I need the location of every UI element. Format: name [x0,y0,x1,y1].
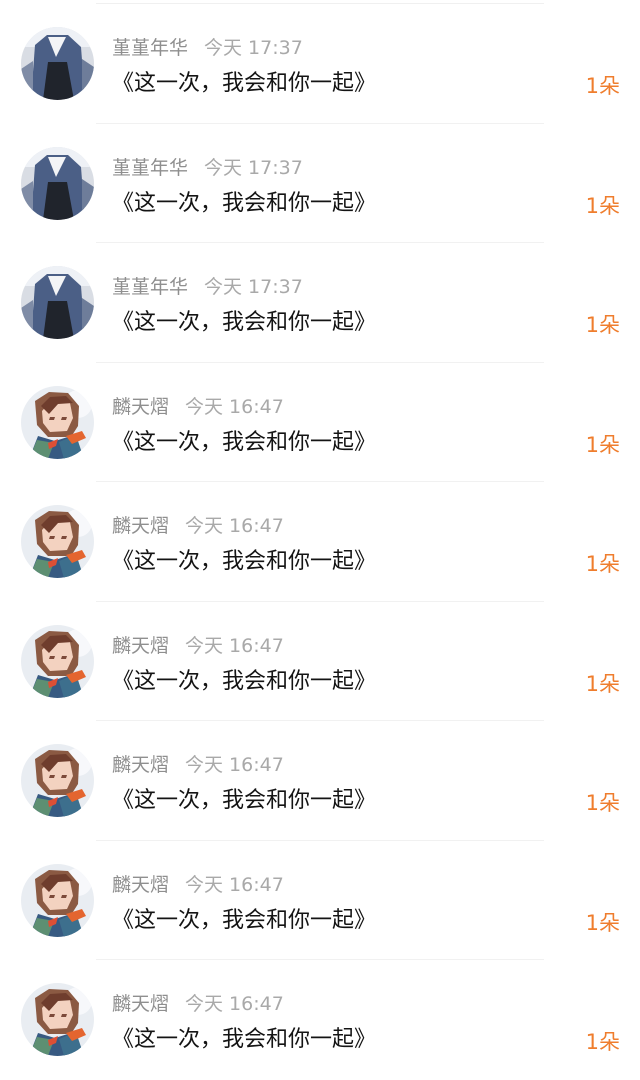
comment-meta: 麟天熠 今天 16:47 [112,872,284,898]
comment-meta: 麟天熠 今天 16:47 [112,991,284,1017]
avatar-image [21,744,94,817]
gift-count: 1朵 [585,74,620,98]
comment-row[interactable]: 麟天熠 今天 16:47 《这一次，我会和你一起》 1朵 [0,721,640,841]
comment-meta: 麟天熠 今天 16:47 [112,633,284,659]
comment-meta: 堇堇年华 今天 17:37 [112,274,303,300]
user-name[interactable]: 麟天熠 [112,993,169,1015]
user-avatar[interactable] [21,863,94,937]
avatar-image [21,266,94,339]
comment-meta: 堇堇年华 今天 17:37 [112,35,303,61]
user-avatar[interactable] [21,27,94,100]
comment-message: 《这一次，我会和你一起》 [112,549,377,574]
user-name[interactable]: 堇堇年华 [112,157,188,179]
comment-time: 今天 17:37 [204,156,303,179]
user-avatar[interactable] [21,146,94,220]
comment-list: 堇堇年华 今天 17:37 《这一次，我会和你一起》 1朵 堇堇年华 今天 17:3… [0,0,640,1065]
comment-message: 《这一次，我会和你一起》 [112,190,377,216]
gift-count: 1朵 [585,910,620,935]
comment-meta: 麟天熠 今天 16:47 [112,394,284,420]
user-name[interactable]: 堇堇年华 [112,276,188,298]
comment-row[interactable]: 麟天熠 今天 16:47 《这一次，我会和你一起》 1朵 [0,602,640,721]
user-avatar[interactable] [21,624,94,698]
user-avatar[interactable] [21,505,94,578]
comment-message: 《这一次，我会和你一起》 [112,1027,377,1052]
user-name[interactable]: 麟天熠 [112,635,169,657]
comment-message: 《这一次，我会和你一起》 [112,668,377,694]
gift-count: 1朵 [585,552,620,576]
avatar-image [21,146,94,220]
comment-row[interactable]: 麟天熠 今天 16:47 《这一次，我会和你一起》 1朵 [0,482,640,602]
comment-time: 今天 16:47 [185,515,284,537]
avatar-image [21,385,94,459]
comment-row[interactable]: 堇堇年华 今天 17:37 《这一次，我会和你一起》 1朵 [0,4,640,124]
comment-time: 今天 17:37 [204,37,303,59]
comment-time: 今天 16:47 [185,873,284,896]
comment-meta: 堇堇年华 今天 17:37 [112,155,303,181]
comment-message: 《这一次，我会和你一起》 [112,788,377,813]
gift-count: 1朵 [585,432,620,457]
user-avatar[interactable] [21,983,94,1056]
avatar-image [21,983,94,1056]
user-name[interactable]: 麟天熠 [112,874,169,896]
gift-count: 1朵 [585,193,620,218]
avatar-image [21,624,94,698]
comment-message: 《这一次，我会和你一起》 [112,71,377,96]
comment-row[interactable]: 堇堇年华 今天 17:37 《这一次，我会和你一起》 1朵 [0,124,640,243]
user-avatar[interactable] [21,385,94,459]
comment-row[interactable]: 麟天熠 今天 16:47 《这一次，我会和你一起》 1朵 [0,363,640,482]
gift-count: 1朵 [585,1030,620,1054]
user-avatar[interactable] [21,744,94,817]
comment-meta: 麟天熠 今天 16:47 [112,513,284,539]
gift-count: 1朵 [585,791,620,815]
comment-time: 今天 16:47 [185,754,284,776]
comment-row[interactable]: 堇堇年华 今天 17:37 《这一次，我会和你一起》 1朵 [0,243,640,363]
comment-message: 《这一次，我会和你一起》 [112,310,377,335]
user-name[interactable]: 麟天熠 [112,396,169,418]
comment-row[interactable]: 麟天熠 今天 16:47 《这一次，我会和你一起》 1朵 [0,960,640,1080]
gift-count: 1朵 [585,313,620,337]
user-avatar[interactable] [21,266,94,339]
comment-time: 今天 16:47 [185,993,284,1015]
gift-count: 1朵 [585,671,620,696]
user-name[interactable]: 麟天熠 [112,754,169,776]
user-name[interactable]: 堇堇年华 [112,37,188,59]
comment-meta: 麟天熠 今天 16:47 [112,752,284,778]
comment-message: 《这一次，我会和你一起》 [112,429,377,455]
comment-time: 今天 17:37 [204,276,303,298]
user-name[interactable]: 麟天熠 [112,515,169,537]
comment-time: 今天 16:47 [185,395,284,418]
avatar-image [21,863,94,937]
comment-row[interactable]: 麟天熠 今天 16:47 《这一次，我会和你一起》 1朵 [0,841,640,960]
comment-time: 今天 16:47 [185,634,284,657]
comment-message: 《这一次，我会和你一起》 [112,907,377,933]
avatar-image [21,27,94,100]
avatar-image [21,505,94,578]
